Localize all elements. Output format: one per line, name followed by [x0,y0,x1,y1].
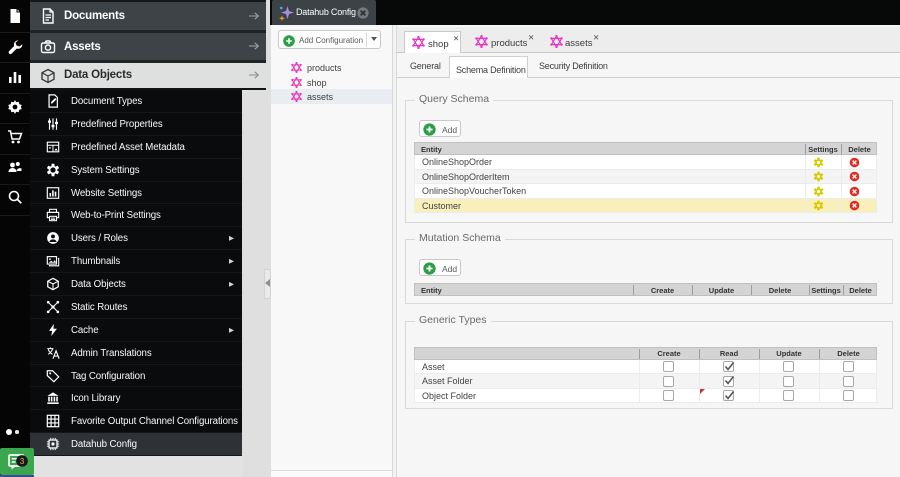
svg-text:3: 3 [20,456,25,465]
